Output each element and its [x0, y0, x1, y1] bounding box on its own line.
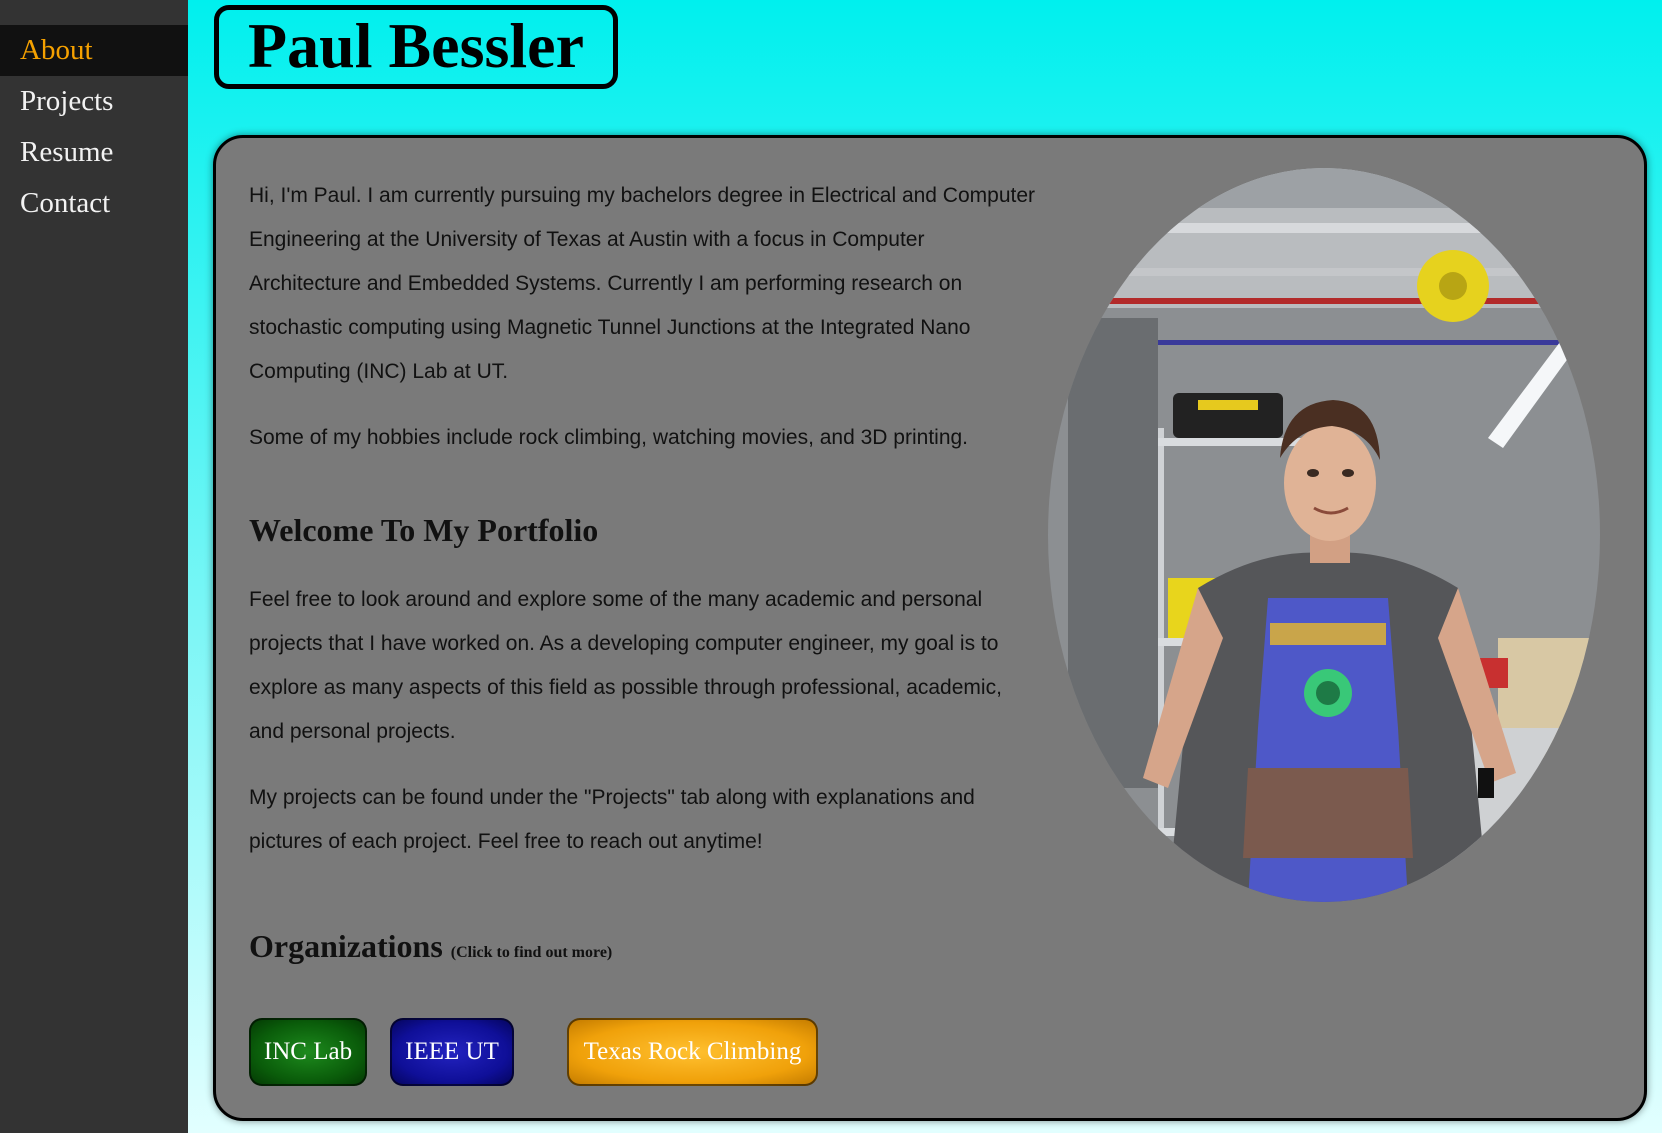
portrait-photo — [1048, 168, 1600, 902]
sidebar-nav: About Projects Resume Contact — [0, 0, 188, 1133]
organizations-note: (Click to find out more) — [450, 944, 613, 961]
nav-item-resume[interactable]: Resume — [0, 127, 188, 178]
nav-item-about[interactable]: About — [0, 25, 188, 76]
nav-item-projects[interactable]: Projects — [0, 76, 188, 127]
organizations-title: Organizations — [249, 928, 443, 964]
intro-paragraph: Hi, I'm Paul. I am currently pursuing my… — [249, 184, 1036, 383]
nav-item-contact[interactable]: Contact — [0, 178, 188, 229]
organizations-heading: Organizations (Click to find out more) — [249, 926, 612, 973]
projects-paragraph: My projects can be found under the "Proj… — [249, 786, 975, 853]
hobbies-paragraph: Some of my hobbies include rock climbing… — [249, 426, 969, 449]
texas-rock-climbing-button[interactable]: Texas Rock Climbing — [567, 1018, 818, 1086]
about-text-column: Hi, I'm Paul. I am currently pursuing my… — [249, 174, 1039, 886]
page-title: Paul Bessler — [214, 5, 618, 89]
welcome-heading: Welcome To My Portfolio — [249, 512, 599, 548]
inc-lab-button[interactable]: INC Lab — [249, 1018, 367, 1086]
welcome-paragraph: Feel free to look around and explore som… — [249, 588, 1002, 743]
about-card: Hi, I'm Paul. I am currently pursuing my… — [213, 135, 1647, 1121]
ieee-ut-button[interactable]: IEEE UT — [390, 1018, 514, 1086]
